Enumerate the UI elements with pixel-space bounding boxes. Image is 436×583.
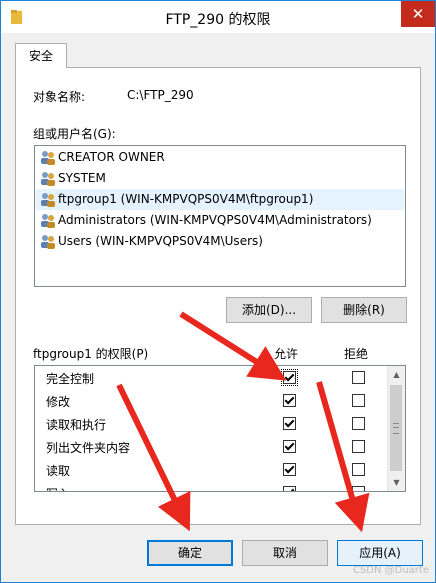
permissions-list[interactable]: 写入 读取 列出文件夹内容读取和执行 修改 完全控制 ▲ ▼ bbox=[34, 365, 406, 492]
window-title: FTP_290 的权限 bbox=[165, 12, 271, 28]
list-item[interactable]: Users (WIN-KMPVQPS0V4M\Users) bbox=[36, 231, 404, 252]
permission-row: 修改 bbox=[35, 389, 387, 411]
list-item-label: Users (WIN-KMPVQPS0V4M\Users) bbox=[58, 234, 263, 248]
permission-name: 读取和执行 bbox=[46, 418, 107, 432]
permission-row: 读取和执行 bbox=[35, 412, 387, 434]
permission-row: 写入 bbox=[35, 481, 387, 491]
list-item[interactable]: Administrators (WIN-KMPVQPS0V4M\Administ… bbox=[36, 210, 404, 231]
permission-row: 读取 bbox=[35, 458, 387, 480]
add-button[interactable]: 添加(D)... bbox=[226, 297, 312, 323]
list-item[interactable]: SYSTEM bbox=[36, 168, 404, 189]
watermark: CSDN @Duarte bbox=[352, 565, 429, 576]
ok-button[interactable]: 确定 bbox=[147, 540, 233, 566]
close-button[interactable]: ✕ bbox=[401, 1, 435, 27]
permission-name: 修改 bbox=[46, 395, 71, 409]
apply-button[interactable]: 应用(A) bbox=[337, 540, 423, 566]
list-item[interactable]: ftpgroup1 (WIN-KMPVQPS0V4M\ftpgroup1) bbox=[36, 189, 404, 210]
permissions-scrollbar[interactable]: ▲ ▼ bbox=[387, 366, 405, 491]
allow-checkbox[interactable] bbox=[283, 463, 296, 476]
list-item-label: Administrators (WIN-KMPVQPS0V4M\Administ… bbox=[58, 213, 372, 227]
permissions-dialog: FTP_290 的权限 ✕ 安全 对象名称: C:\FTP_290 组或用户名(… bbox=[0, 0, 436, 583]
permission-name: 写入 bbox=[46, 485, 70, 491]
deny-checkbox[interactable] bbox=[352, 486, 365, 491]
allow-checkbox[interactable] bbox=[283, 417, 296, 430]
groups-listbox[interactable]: CREATOR OWNER SYSTEM ftpgroup1 (WIN-KMPVQP… bbox=[34, 145, 406, 287]
deny-checkbox[interactable] bbox=[352, 440, 365, 453]
allow-checkbox[interactable] bbox=[281, 369, 298, 386]
object-name-value: C:\FTP_290 bbox=[127, 88, 194, 102]
list-item-label: CREATOR OWNER bbox=[58, 150, 165, 164]
tab-security-label: 安全 bbox=[28, 49, 53, 63]
allow-checkbox[interactable] bbox=[283, 440, 296, 453]
tab-security[interactable]: 安全 bbox=[15, 43, 67, 68]
scroll-up-icon[interactable]: ▲ bbox=[388, 366, 405, 383]
user-group-icon bbox=[41, 172, 55, 186]
user-group-icon bbox=[41, 214, 55, 228]
list-item-label: ftpgroup1 (WIN-KMPVQPS0V4M\ftpgroup1) bbox=[58, 192, 314, 206]
scroll-thumb[interactable] bbox=[390, 385, 402, 471]
deny-checkbox[interactable] bbox=[352, 463, 365, 476]
list-item[interactable]: CREATOR OWNER bbox=[36, 147, 404, 168]
permission-row: 完全控制 bbox=[35, 366, 387, 388]
scroll-down-icon[interactable]: ▼ bbox=[388, 474, 405, 491]
user-group-icon bbox=[41, 193, 55, 207]
permission-name: 读取 bbox=[46, 464, 71, 478]
deny-checkbox[interactable] bbox=[352, 417, 365, 430]
allow-checkbox[interactable] bbox=[283, 486, 296, 491]
permission-name: 完全控制 bbox=[46, 372, 95, 386]
deny-column-header: 拒绝 bbox=[344, 347, 369, 361]
cancel-button[interactable]: 取消 bbox=[242, 540, 328, 566]
security-panel: 对象名称: C:\FTP_290 组或用户名(G): CREATOR OWNER… bbox=[15, 67, 421, 525]
user-group-icon bbox=[41, 151, 55, 165]
user-group-icon bbox=[41, 235, 55, 249]
allow-column-header: 允许 bbox=[274, 347, 299, 361]
allow-checkbox[interactable] bbox=[283, 394, 296, 407]
deny-checkbox[interactable] bbox=[352, 371, 365, 384]
object-name-label: 对象名称: bbox=[33, 90, 86, 104]
permission-row: 列出文件夹内容 bbox=[35, 435, 387, 457]
permissions-label: ftpgroup1 的权限(P) bbox=[33, 347, 149, 361]
groups-label: 组或用户名(G): bbox=[33, 127, 116, 141]
remove-button[interactable]: 删除(R) bbox=[321, 297, 407, 323]
title-bar[interactable]: FTP_290 的权限 ✕ bbox=[1, 1, 435, 33]
list-item-label: SYSTEM bbox=[58, 171, 106, 185]
deny-checkbox[interactable] bbox=[352, 394, 365, 407]
permission-name: 列出文件夹内容 bbox=[46, 441, 131, 455]
